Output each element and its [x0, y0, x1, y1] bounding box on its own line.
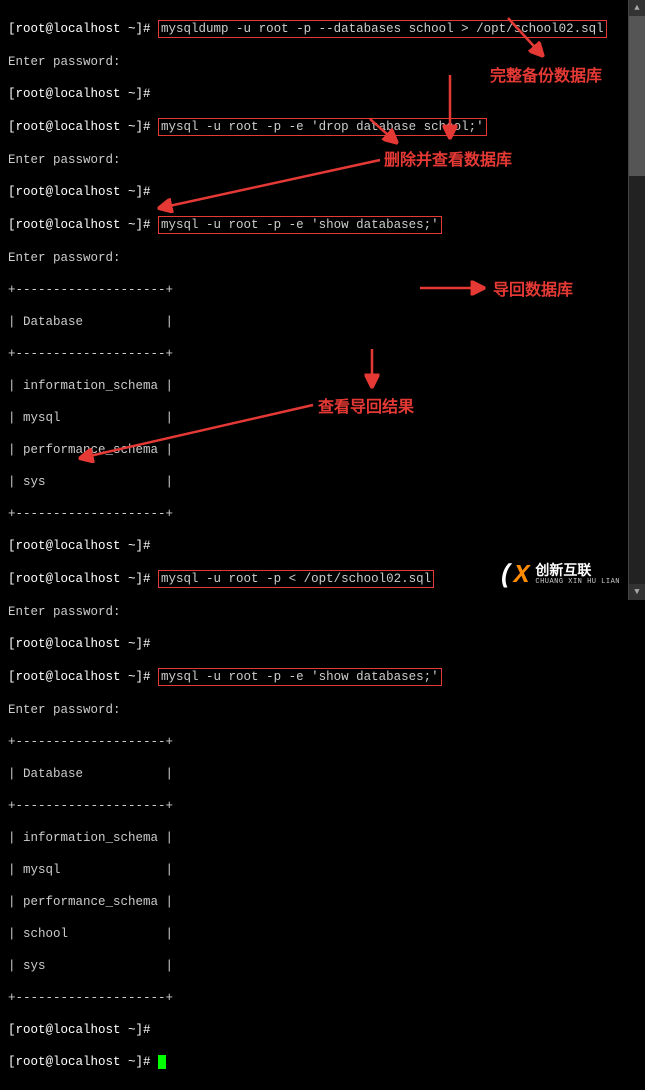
- logo-icon: (X: [498, 560, 529, 590]
- db-row: | information_schema |: [8, 378, 637, 394]
- divider: +--------------------+: [8, 506, 637, 522]
- db-row: | performance_schema |: [8, 894, 637, 910]
- db-header: | Database |: [8, 766, 637, 782]
- db-row: | sys |: [8, 474, 637, 490]
- prompt: [root@localhost ~]#: [8, 539, 151, 553]
- annotation-result: 查看导回结果: [318, 393, 414, 417]
- scroll-down-icon[interactable]: ▼: [629, 584, 645, 600]
- arrow-icon: [360, 114, 420, 154]
- scroll-up-icon[interactable]: ▲: [629, 0, 645, 16]
- divider: +--------------------+: [8, 734, 637, 750]
- logo-text-cn: 创新互联: [535, 563, 620, 578]
- divider: +--------------------+: [8, 798, 637, 814]
- arrow-icon: [415, 278, 495, 298]
- db-header: | Database |: [8, 314, 637, 330]
- db-row: | school |: [8, 926, 637, 942]
- arrow-icon: [440, 70, 500, 150]
- db-row: | mysql |: [8, 862, 637, 878]
- cmd-import: mysql -u root -p < /opt/school02.sql: [158, 570, 434, 588]
- scrollbar[interactable]: ▲ ▼: [628, 0, 645, 600]
- divider: +--------------------+: [8, 346, 637, 362]
- prompt: [root@localhost ~]#: [8, 670, 151, 684]
- enter-password: Enter password:: [8, 604, 637, 620]
- arrow-icon: [352, 344, 392, 394]
- enter-password: Enter password:: [8, 250, 637, 266]
- prompt: [root@localhost ~]#: [8, 87, 151, 101]
- prompt: [root@localhost ~]#: [8, 22, 151, 36]
- divider: +--------------------+: [8, 990, 637, 1006]
- arrow-icon: [150, 150, 400, 230]
- arrow-icon: [500, 10, 560, 70]
- scroll-thumb[interactable]: [629, 16, 645, 176]
- enter-password: Enter password:: [8, 702, 637, 718]
- prompt: [root@localhost ~]#: [8, 120, 151, 134]
- prompt: [root@localhost ~]#: [8, 637, 151, 651]
- logo-text-py: CHUANG XIN HU LIAN: [535, 579, 620, 587]
- annotation-import: 导回数据库: [493, 276, 573, 300]
- arrow-icon: [75, 400, 325, 470]
- cmd-drop-db: mysql -u root -p -e 'drop database schoo…: [158, 118, 487, 136]
- cmd-show-db2: mysql -u root -p -e 'show databases;': [158, 668, 442, 686]
- prompt: [root@localhost ~]#: [8, 1055, 151, 1069]
- db-row: | sys |: [8, 958, 637, 974]
- db-row: | information_schema |: [8, 830, 637, 846]
- prompt: [root@localhost ~]#: [8, 1023, 151, 1037]
- prompt: [root@localhost ~]#: [8, 185, 151, 199]
- cursor[interactable]: [158, 1055, 166, 1069]
- prompt: [root@localhost ~]#: [8, 572, 151, 586]
- prompt: [root@localhost ~]#: [8, 218, 151, 232]
- watermark-logo: (X 创新互联 CHUANG XIN HU LIAN: [498, 560, 620, 590]
